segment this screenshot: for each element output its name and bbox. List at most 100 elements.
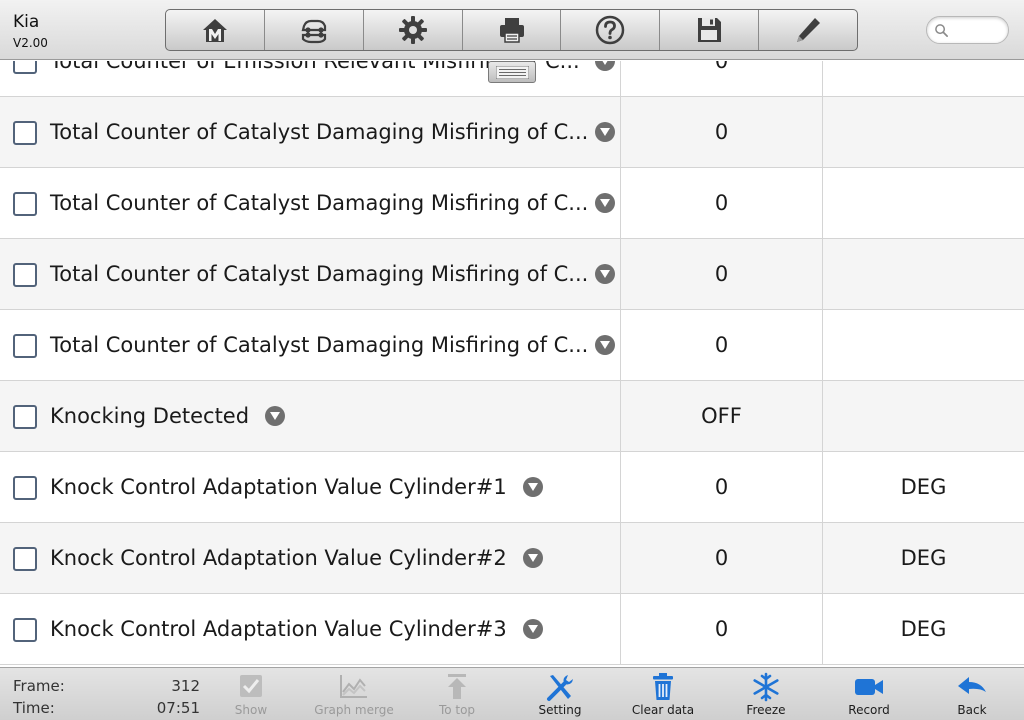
- record-button[interactable]: Record: [824, 672, 914, 718]
- data-stream-list[interactable]: Total Counter of Emission Relevant Misfi…: [0, 61, 1024, 667]
- freeze-label: Freeze: [746, 703, 786, 717]
- time-value: 07:51: [156, 699, 200, 717]
- parameter-label: Knock Control Adaptation Value Cylinder#…: [50, 617, 507, 641]
- parameter-value: 0: [621, 452, 823, 522]
- parameter-label-wrap: Knock Control Adaptation Value Cylinder#…: [50, 523, 543, 593]
- parameter-label: Knock Control Adaptation Value Cylinder#…: [50, 475, 507, 499]
- list-item[interactable]: Total Counter of Catalyst Damaging Misfi…: [0, 168, 1024, 239]
- help-button[interactable]: [561, 10, 661, 50]
- expand-chevron-icon[interactable]: [595, 122, 615, 142]
- back-button[interactable]: Back: [927, 672, 1017, 718]
- parameter-label: Knock Control Adaptation Value Cylinder#…: [50, 546, 507, 570]
- wrench-screwdriver-icon: [547, 675, 573, 701]
- parameter-value: 0: [621, 61, 823, 96]
- save-button[interactable]: [660, 10, 760, 50]
- row-select-checkbox[interactable]: [13, 61, 37, 74]
- expand-chevron-icon[interactable]: [522, 548, 543, 568]
- list-item[interactable]: Knock Control Adaptation Value Cylinder#…: [0, 594, 1024, 665]
- expand-chevron-icon[interactable]: [265, 406, 286, 426]
- parameter-value: 0: [621, 97, 823, 167]
- row-select-checkbox[interactable]: [13, 334, 37, 358]
- expand-chevron-icon[interactable]: [522, 477, 543, 497]
- parameter-unit: [823, 310, 1024, 380]
- parameter-label: Knocking Detected: [50, 404, 250, 428]
- setting-button[interactable]: Setting: [515, 672, 605, 718]
- clear-data-label: Clear data: [631, 703, 695, 717]
- video-camera-icon: [855, 679, 883, 695]
- parameter-label: Total Counter of Catalyst Damaging Misfi…: [50, 333, 589, 357]
- parameter-label-wrap: Knock Control Adaptation Value Cylinder#…: [50, 452, 543, 522]
- parameter-unit: [823, 61, 1024, 96]
- print-button[interactable]: [463, 10, 562, 50]
- back-arrow-icon: [958, 677, 986, 694]
- show-button[interactable]: Show: [206, 672, 296, 718]
- parameter-value: 0: [621, 523, 823, 593]
- parameter-unit: DEG: [900, 546, 947, 570]
- expand-chevron-icon[interactable]: [595, 335, 615, 355]
- row-select-checkbox[interactable]: [13, 192, 37, 216]
- top-bar: Kia V2.00: [0, 0, 1024, 60]
- pencil-icon: [797, 18, 821, 42]
- parameter-value: OFF: [621, 381, 823, 451]
- parameter-label: Total Counter of Catalyst Damaging Misfi…: [50, 120, 589, 144]
- list-item[interactable]: Knock Control Adaptation Value Cylinder#…: [0, 452, 1024, 523]
- to-top-label: To top: [438, 703, 476, 717]
- setting-label: Setting: [538, 703, 582, 717]
- frame-label: Frame:: [13, 677, 65, 695]
- parameter-value: 0: [621, 168, 823, 238]
- vehicle-swap-button[interactable]: [265, 10, 364, 50]
- vehicle-brand: Kia V2.00: [13, 12, 48, 51]
- clear-data-button[interactable]: Clear data: [618, 672, 708, 718]
- row-select-checkbox[interactable]: [13, 618, 37, 642]
- settings-button[interactable]: [364, 10, 463, 50]
- row-select-checkbox[interactable]: [13, 263, 37, 287]
- time-label: Time:: [13, 699, 55, 717]
- expand-chevron-icon[interactable]: [522, 619, 543, 639]
- back-label: Back: [957, 703, 987, 717]
- list-item[interactable]: Total Counter of Catalyst Damaging Misfi…: [0, 310, 1024, 381]
- search-box[interactable]: [926, 16, 1009, 44]
- graph-merge-button[interactable]: Graph merge: [309, 672, 399, 718]
- gear-icon: [398, 16, 427, 44]
- home-button[interactable]: [166, 10, 265, 50]
- list-item[interactable]: Knock Control Adaptation Value Cylinder#…: [0, 523, 1024, 594]
- expand-chevron-icon[interactable]: [595, 193, 615, 213]
- to-top-button[interactable]: To top: [412, 672, 502, 718]
- parameter-label: Total Counter of Catalyst Damaging Misfi…: [50, 262, 589, 286]
- parameter-value: 0: [621, 594, 823, 664]
- parameter-name-cell: Total Counter of Catalyst Damaging Misfi…: [0, 168, 621, 238]
- row-select-checkbox[interactable]: [13, 405, 37, 429]
- search-icon: [935, 24, 948, 37]
- trash-icon: [653, 673, 673, 700]
- toolbar-collapse-handle[interactable]: [488, 61, 536, 83]
- list-item[interactable]: Total Counter of Catalyst Damaging Misfi…: [0, 239, 1024, 310]
- search-input[interactable]: [951, 21, 1003, 39]
- row-select-checkbox[interactable]: [13, 121, 37, 145]
- record-label: Record: [848, 703, 890, 717]
- parameter-unit: DEG: [900, 475, 947, 499]
- main-toolbar: [165, 9, 858, 51]
- parameter-unit: DEG: [900, 617, 947, 641]
- row-select-checkbox[interactable]: [13, 547, 37, 571]
- frame-value: 312: [171, 677, 200, 695]
- handle-grip-icon: [496, 66, 529, 79]
- printer-icon: [499, 18, 524, 43]
- parameter-unit: [823, 97, 1024, 167]
- list-item[interactable]: Knocking Detected OFF: [0, 381, 1024, 452]
- parameter-label-wrap: Total Counter of Catalyst Damaging Misfi…: [50, 310, 588, 380]
- parameter-name-cell: Total Counter of Catalyst Damaging Misfi…: [0, 239, 621, 309]
- edit-button[interactable]: [759, 10, 857, 50]
- parameter-label-wrap: Total Counter of Catalyst Damaging Misfi…: [50, 168, 588, 238]
- parameter-name-cell: Total Counter of Catalyst Damaging Misfi…: [0, 97, 621, 167]
- freeze-button[interactable]: Freeze: [721, 672, 811, 718]
- parameter-label-wrap: Total Counter of Catalyst Damaging Misfi…: [50, 97, 588, 167]
- parameter-name-cell: Knock Control Adaptation Value Cylinder#…: [0, 523, 621, 593]
- bottom-bar: Frame: 312 Time: 07:51 Show Graph merge …: [0, 667, 1024, 720]
- to-top-icon: [448, 674, 466, 699]
- list-item[interactable]: Total Counter of Catalyst Damaging Misfi…: [0, 97, 1024, 168]
- parameter-name-cell: Knock Control Adaptation Value Cylinder#…: [0, 594, 621, 664]
- expand-chevron-icon[interactable]: [595, 61, 615, 71]
- parameter-unit: [823, 239, 1024, 309]
- row-select-checkbox[interactable]: [13, 476, 37, 500]
- expand-chevron-icon[interactable]: [595, 264, 615, 284]
